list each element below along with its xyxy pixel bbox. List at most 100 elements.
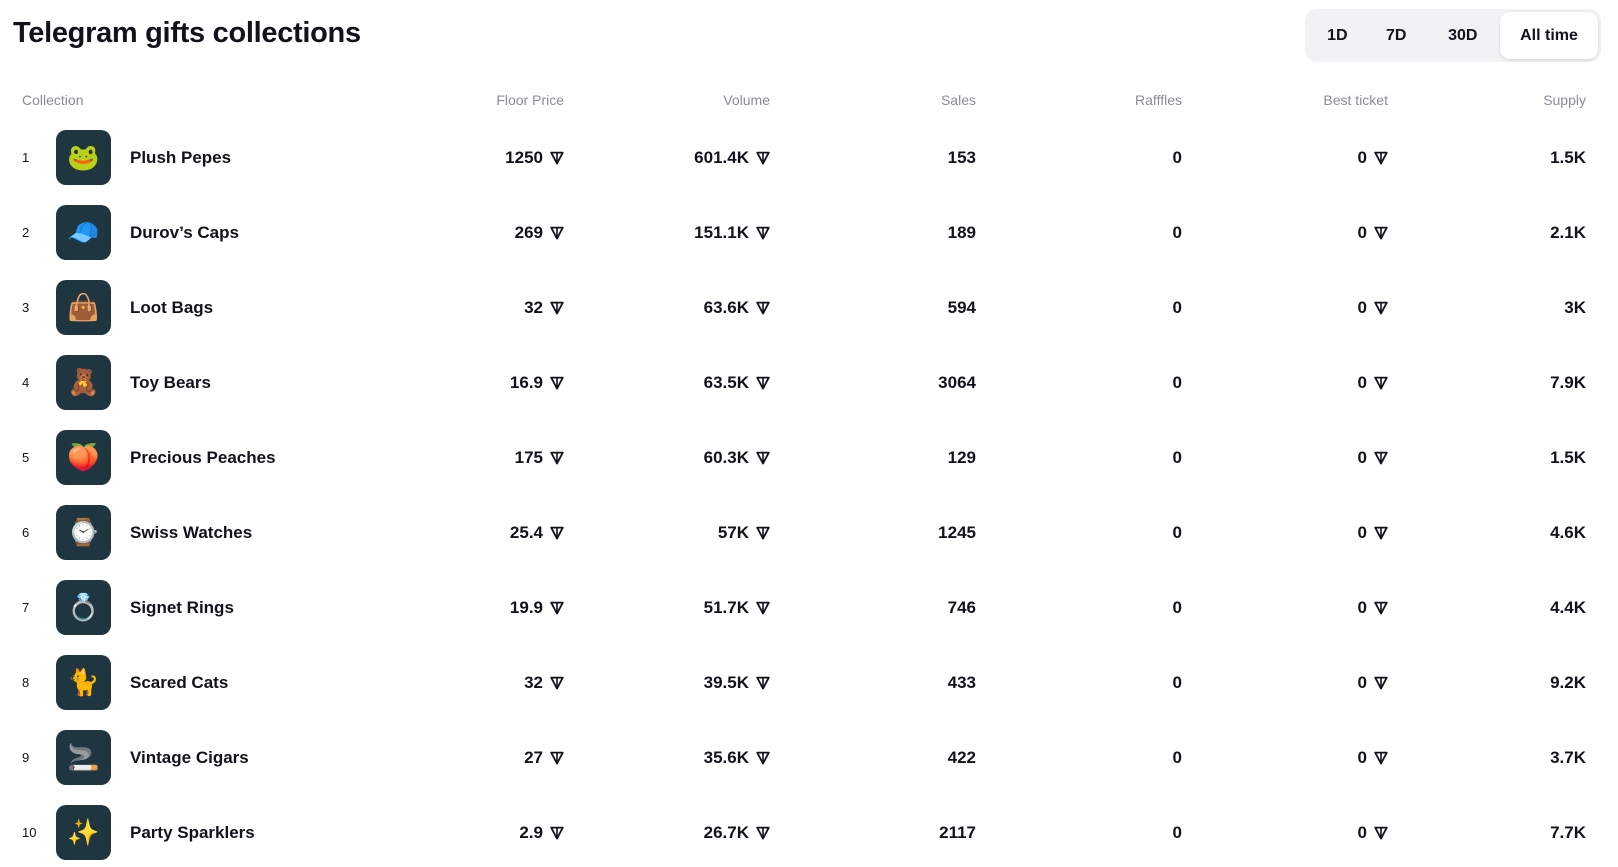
table-row[interactable]: 9 🚬 Vintage Cigars 27 35.6K 422 0 0 3.7K (0, 720, 1618, 795)
collection-name[interactable]: Precious Peaches (130, 420, 276, 495)
durov-cap-icon: 🧢 (67, 217, 100, 248)
column-header-supply[interactable]: Supply (1543, 92, 1586, 108)
floor-price-value: 269 (514, 222, 543, 242)
rank-number: 4 (22, 375, 30, 390)
table-row[interactable]: 7 💍 Signet Rings 19.9 51.7K 746 0 0 4.4K (0, 570, 1618, 645)
column-header-collection[interactable]: Collection (22, 92, 83, 108)
period-tab-all-time[interactable]: All time (1500, 12, 1598, 59)
plush-pepe-icon: 🐸 (67, 142, 100, 173)
ton-icon (756, 826, 770, 840)
table-row[interactable]: 10 ✨ Party Sparklers 2.9 26.7K 2117 0 0 … (0, 795, 1618, 867)
supply-cell: 4.4K (1550, 570, 1586, 645)
column-header-sales[interactable]: Sales (941, 92, 976, 108)
column-header-volume[interactable]: Volume (723, 92, 770, 108)
floor-price-cell: 32 (524, 645, 564, 720)
table-row[interactable]: 8 🐈 Scared Cats 32 39.5K 433 0 0 9.2K (0, 645, 1618, 720)
ton-icon (550, 676, 564, 690)
signet-ring-icon: 💍 (67, 592, 100, 623)
table-row[interactable]: 3 👜 Loot Bags 32 63.6K 594 0 0 3K (0, 270, 1618, 345)
ton-icon (1374, 226, 1388, 240)
collection-name[interactable]: Signet Rings (130, 570, 234, 645)
best-ticket-value: 0 (1357, 447, 1367, 467)
collection-name[interactable]: Party Sparklers (130, 795, 255, 867)
rank-number: 3 (22, 300, 30, 315)
raffles-value: 0 (1172, 672, 1182, 692)
supply-cell: 2.1K (1550, 195, 1586, 270)
ton-icon (756, 751, 770, 765)
raffles-value: 0 (1172, 147, 1182, 167)
floor-price-value: 1250 (505, 147, 543, 167)
floor-price-cell: 16.9 (510, 345, 564, 420)
collection-name[interactable]: Loot Bags (130, 270, 213, 345)
sales-value: 594 (947, 297, 976, 317)
table-row[interactable]: 6 ⌚ Swiss Watches 25.4 57K 1245 0 0 4.6K (0, 495, 1618, 570)
floor-price-value: 16.9 (509, 372, 543, 392)
volume-cell: 601.4K (694, 120, 770, 195)
volume-cell: 57K (718, 495, 770, 570)
sales-value: 3064 (938, 372, 976, 392)
period-tab-7d[interactable]: 7D (1367, 12, 1426, 59)
collection-thumbnail: 🚬 (56, 730, 111, 785)
supply-value: 1.5K (1550, 147, 1586, 167)
sales-cell: 1245 (938, 495, 976, 570)
supply-cell: 1.5K (1550, 120, 1586, 195)
period-tab-30d[interactable]: 30D (1426, 12, 1500, 59)
best-ticket-value: 0 (1357, 147, 1367, 167)
ton-icon (550, 526, 564, 540)
volume-cell: 63.6K (704, 270, 770, 345)
raffles-value: 0 (1172, 597, 1182, 617)
best-ticket-cell: 0 (1358, 120, 1388, 195)
ton-icon (550, 826, 564, 840)
sales-value: 2117 (939, 822, 976, 842)
period-switch: 1D 7D 30D All time (1305, 9, 1601, 62)
ton-icon (756, 601, 770, 615)
raffles-value: 0 (1172, 822, 1182, 842)
raffles-cell: 0 (1173, 645, 1182, 720)
collection-name[interactable]: Vintage Cigars (130, 720, 249, 795)
collection-name[interactable]: Scared Cats (130, 645, 228, 720)
period-tab-1d[interactable]: 1D (1308, 12, 1367, 59)
sales-value: 189 (947, 222, 976, 242)
collection-name[interactable]: Toy Bears (130, 345, 211, 420)
volume-value: 63.6K (703, 297, 749, 317)
column-header-best-ticket[interactable]: Best ticket (1323, 92, 1388, 108)
table-body: 1 🐸 Plush Pepes 1250 601.4K 153 0 0 1.5K… (0, 120, 1618, 867)
best-ticket-cell: 0 (1358, 795, 1388, 867)
collection-name[interactable]: Swiss Watches (130, 495, 252, 570)
collection-name[interactable]: Plush Pepes (130, 120, 231, 195)
volume-value: 60.3K (703, 447, 749, 467)
column-header-raffles[interactable]: Rafffles (1135, 92, 1182, 108)
raffles-cell: 0 (1173, 720, 1182, 795)
floor-price-cell: 19.9 (510, 570, 564, 645)
best-ticket-cell: 0 (1358, 345, 1388, 420)
ton-icon (756, 226, 770, 240)
floor-price-cell: 269 (515, 195, 564, 270)
sales-value: 422 (947, 747, 976, 767)
rank-number: 5 (22, 450, 30, 465)
floor-price-cell: 1250 (505, 120, 564, 195)
column-header-floor-price[interactable]: Floor Price (496, 92, 564, 108)
best-ticket-value: 0 (1357, 222, 1367, 242)
volume-cell: 151.1K (694, 195, 770, 270)
best-ticket-cell: 0 (1358, 570, 1388, 645)
table-row[interactable]: 1 🐸 Plush Pepes 1250 601.4K 153 0 0 1.5K (0, 120, 1618, 195)
ton-icon (1374, 676, 1388, 690)
rank-number: 10 (22, 825, 37, 840)
raffles-cell: 0 (1173, 345, 1182, 420)
collection-thumbnail: ⌚ (56, 505, 111, 560)
best-ticket-value: 0 (1357, 672, 1367, 692)
best-ticket-value: 0 (1357, 822, 1367, 842)
sales-value: 433 (947, 672, 976, 692)
volume-value: 35.6K (703, 747, 749, 767)
ton-icon (1374, 526, 1388, 540)
table-row[interactable]: 2 🧢 Durov’s Caps 269 151.1K 189 0 0 2.1K (0, 195, 1618, 270)
supply-value: 3.7K (1550, 747, 1586, 767)
table-row[interactable]: 4 🧸 Toy Bears 16.9 63.5K 3064 0 0 7.9K (0, 345, 1618, 420)
collection-thumbnail: 🐈 (56, 655, 111, 710)
floor-price-value: 32 (524, 297, 543, 317)
floor-price-value: 27 (524, 747, 543, 767)
collection-name[interactable]: Durov’s Caps (130, 195, 239, 270)
rank-number: 8 (22, 675, 30, 690)
table-row[interactable]: 5 🍑 Precious Peaches 175 60.3K 129 0 0 1… (0, 420, 1618, 495)
precious-peach-icon: 🍑 (67, 442, 100, 473)
